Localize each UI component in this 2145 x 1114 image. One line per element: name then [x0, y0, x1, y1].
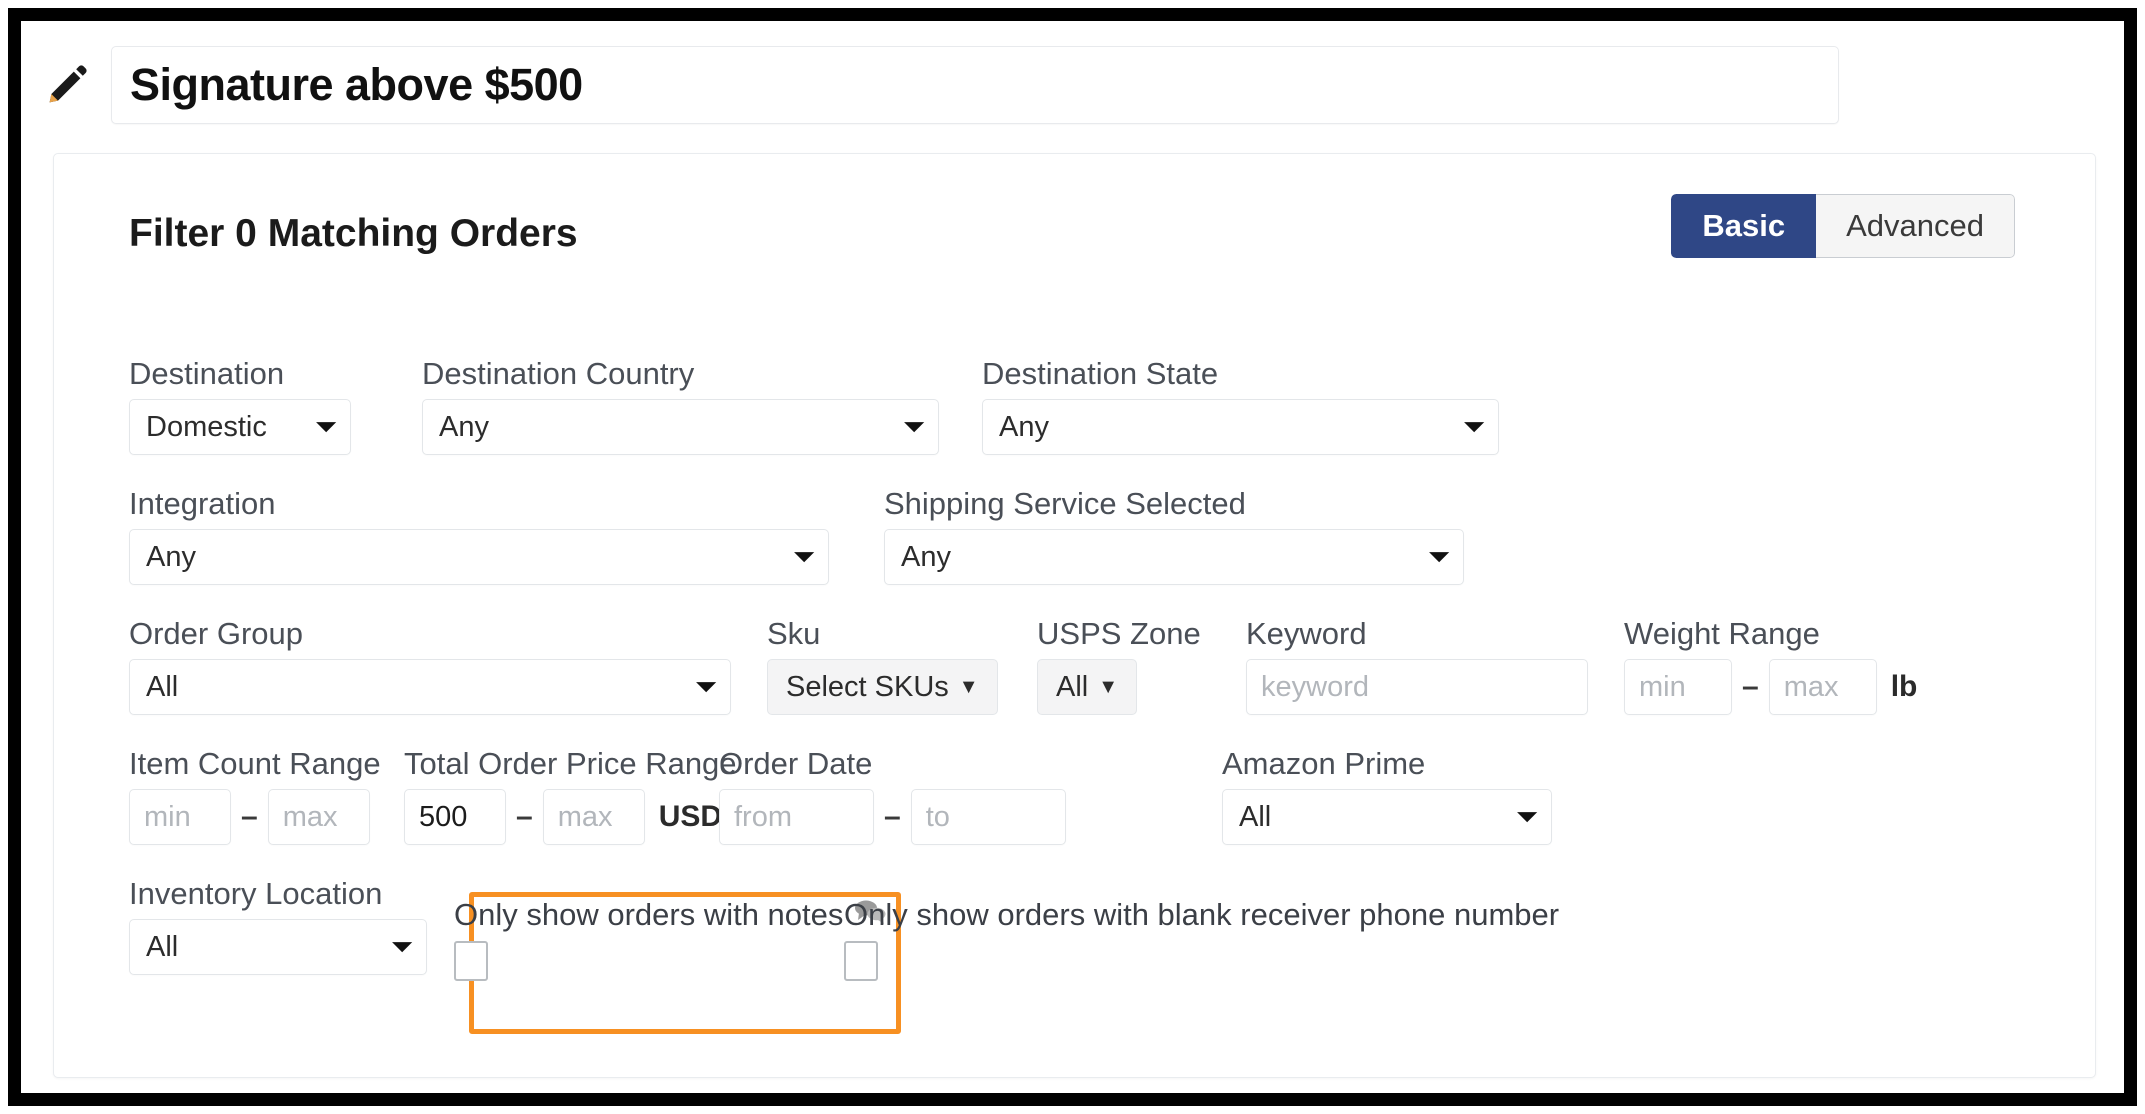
- select-order-group[interactable]: All ⏷: [129, 659, 731, 715]
- label-usps-zone: USPS Zone: [1037, 616, 1201, 651]
- field-weight-range: Weight Range min – max lb: [1624, 614, 1917, 715]
- price-currency-label: USD: [658, 800, 723, 833]
- label-only-notes: Only show orders with notes: [454, 897, 844, 932]
- app-viewport: Signature above $500 Filter 0 Matching O…: [21, 21, 2124, 1093]
- select-skus-button[interactable]: Select SKUs ▼: [767, 659, 998, 715]
- outer-frame: Signature above $500 Filter 0 Matching O…: [8, 8, 2137, 1106]
- chevron-down-icon: ⏷: [1428, 542, 1449, 571]
- chevron-down-icon: ⏷: [315, 412, 336, 441]
- field-usps-zone: USPS Zone All ▼: [1037, 614, 1201, 715]
- label-only-blank-phone-wrap: Only show orders with blank receiver pho…: [844, 897, 1559, 933]
- filter-panel-title: Filter 0 Matching Orders: [129, 212, 578, 255]
- label-order-date: Order Date: [719, 746, 873, 781]
- field-order-date: Order Date from – to: [719, 744, 1066, 845]
- label-sku: Sku: [767, 616, 821, 651]
- field-keyword: Keyword keyword: [1246, 614, 1588, 715]
- label-keyword: Keyword: [1246, 616, 1367, 651]
- range-separator: –: [241, 800, 258, 833]
- item-count-range-row: min – max: [129, 789, 381, 845]
- select-integration[interactable]: Any ⏷: [129, 529, 829, 585]
- range-separator: –: [884, 800, 901, 833]
- label-only-blank-phone: Only show orders with blank receiver pho…: [844, 897, 1560, 932]
- select-amazon-prime[interactable]: All ⏷: [1222, 789, 1552, 845]
- select-shipping-service-selected[interactable]: Any ⏷: [884, 529, 1464, 585]
- select-destination-state[interactable]: Any ⏷: [982, 399, 1499, 455]
- select-skus-label: Select SKUs: [786, 670, 949, 703]
- label-destination-state: Destination State: [982, 356, 1219, 391]
- label-amazon-prime: Amazon Prime: [1222, 746, 1426, 781]
- order-date-range-row: from – to: [719, 789, 1066, 845]
- chevron-down-icon: ⏷: [695, 672, 716, 701]
- field-total-order-price-range: Total Order Price Range 500 – max USD: [404, 744, 737, 845]
- label-weight-range: Weight Range: [1624, 616, 1820, 651]
- label-item-count-range: Item Count Range: [129, 746, 381, 781]
- field-amazon-prime: Amazon Prime All ⏷: [1222, 744, 1552, 845]
- screenshot-root: Signature above $500 Filter 0 Matching O…: [0, 0, 2145, 1114]
- select-shipping-service-value: Any: [901, 540, 951, 573]
- field-shipping-service-selected: Shipping Service Selected Any ⏷: [884, 484, 1464, 585]
- field-order-group: Order Group All ⏷: [129, 614, 731, 715]
- select-destination-country[interactable]: Any ⏷: [422, 399, 939, 455]
- chevron-down-icon: ⏷: [793, 542, 814, 571]
- order-date-from-input[interactable]: from: [719, 789, 874, 845]
- range-separator: –: [1742, 670, 1759, 703]
- total-order-price-range-row: 500 – max USD: [404, 789, 737, 845]
- weight-unit-label: lb: [1890, 670, 1918, 703]
- select-order-group-value: All: [146, 670, 179, 703]
- select-integration-value: Any: [146, 540, 196, 573]
- select-destination[interactable]: Domestic ⏷: [129, 399, 351, 455]
- weight-max-input[interactable]: max: [1768, 659, 1877, 715]
- usps-zone-button[interactable]: All ▼: [1037, 659, 1138, 715]
- label-inventory-location: Inventory Location: [129, 876, 383, 911]
- checkbox-only-blank-phone[interactable]: [844, 941, 878, 981]
- field-destination: Destination Domestic ⏷: [129, 354, 351, 455]
- field-only-notes: Only show orders with notes: [454, 897, 887, 981]
- select-destination-value: Domestic: [146, 410, 267, 443]
- select-inventory-location[interactable]: All ⏷: [129, 919, 427, 975]
- order-date-to-input[interactable]: to: [910, 789, 1066, 845]
- caret-down-icon: ▼: [958, 675, 979, 698]
- field-destination-state: Destination State Any ⏷: [982, 354, 1499, 455]
- label-only-notes-wrap: Only show orders with notes: [454, 897, 887, 933]
- select-destination-country-value: Any: [439, 410, 489, 443]
- filter-name-input[interactable]: Signature above $500: [111, 46, 1839, 124]
- weight-min-input[interactable]: min: [1624, 659, 1732, 715]
- caret-down-icon: ▼: [1098, 675, 1119, 698]
- select-destination-state-value: Any: [999, 410, 1049, 443]
- label-shipping-service-selected: Shipping Service Selected: [884, 486, 1246, 521]
- label-destination: Destination: [129, 356, 285, 391]
- field-destination-country: Destination Country Any ⏷: [422, 354, 939, 455]
- field-sku: Sku Select SKUs ▼: [767, 614, 998, 715]
- usps-zone-label: All: [1056, 670, 1089, 703]
- item-count-max-input[interactable]: max: [267, 789, 370, 845]
- chevron-down-icon: ⏷: [1516, 802, 1537, 831]
- range-separator: –: [516, 800, 533, 833]
- total-price-min-input[interactable]: 500: [404, 789, 506, 845]
- chevron-down-icon: ⏷: [391, 932, 412, 961]
- checkbox-only-notes[interactable]: [454, 941, 488, 981]
- keyword-input[interactable]: keyword: [1246, 659, 1588, 715]
- label-order-group: Order Group: [129, 616, 304, 651]
- filter-card: Filter 0 Matching Orders Basic Advanced …: [53, 153, 2096, 1078]
- field-integration: Integration Any ⏷: [129, 484, 829, 585]
- filter-name-row: Signature above $500: [39, 39, 1839, 131]
- tab-advanced[interactable]: Advanced: [1816, 194, 2015, 258]
- filter-name-value: Signature above $500: [130, 59, 583, 110]
- pencil-icon[interactable]: [39, 57, 95, 113]
- chevron-down-icon: ⏷: [903, 412, 924, 441]
- item-count-min-input[interactable]: min: [129, 789, 231, 845]
- total-price-max-input[interactable]: max: [542, 789, 645, 845]
- label-integration: Integration: [129, 486, 276, 521]
- chevron-down-icon: ⏷: [1463, 412, 1484, 441]
- select-inventory-location-value: All: [146, 930, 179, 963]
- field-inventory-location: Inventory Location All ⏷: [129, 874, 427, 975]
- tab-basic[interactable]: Basic: [1671, 194, 1817, 258]
- label-destination-country: Destination Country: [422, 356, 695, 391]
- filter-mode-toggle: Basic Advanced: [1671, 194, 2015, 258]
- select-amazon-prime-value: All: [1239, 800, 1272, 833]
- field-item-count-range: Item Count Range min – max: [129, 744, 381, 845]
- field-only-blank-phone: Only show orders with blank receiver pho…: [844, 897, 1559, 981]
- weight-range-row: min – max lb: [1624, 659, 1917, 715]
- label-total-order-price-range: Total Order Price Range: [404, 746, 737, 781]
